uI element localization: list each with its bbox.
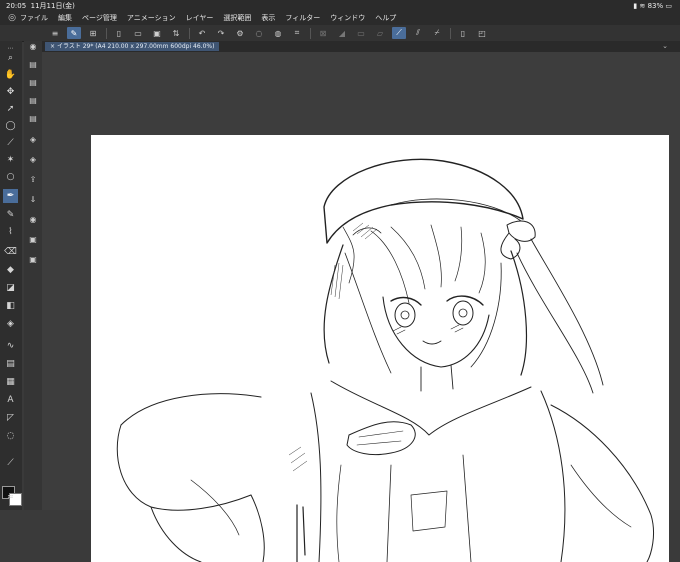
gradient-icon[interactable]: ◧ [3, 299, 18, 313]
battery-icon: ▭ [665, 2, 672, 10]
subtool-panel-2-icon[interactable]: ▣ [27, 254, 39, 265]
sort-icon[interactable]: ⇅ [169, 27, 183, 39]
settings-icon[interactable]: ⚙ [233, 27, 247, 39]
toolbar-divider [106, 27, 107, 39]
open-folder-icon[interactable]: ▭ [131, 27, 145, 39]
fill-bucket-icon[interactable]: ◪ [3, 281, 18, 295]
pen-icon[interactable]: ✒ [3, 189, 18, 203]
menu-help[interactable]: ヘルプ [375, 12, 396, 25]
status-time-date: 20:05 11月11日(金) [6, 0, 75, 12]
subtool-layers-3-icon[interactable]: ▤ [27, 95, 39, 106]
sub-tool-bar: ◉ ▤ ▤ ▤ ▤ ◈ ◈ ⇪ ⇓ ◉ ▣ ▣ [24, 41, 42, 510]
companion-icon[interactable]: ◰ [475, 27, 489, 39]
pencil-icon[interactable]: ✎ [3, 208, 18, 222]
eyedropper-icon[interactable]: ⟋ [3, 136, 18, 150]
menu-animation[interactable]: アニメーション [127, 12, 176, 25]
menu-file[interactable]: ファイル [20, 12, 48, 25]
lasso-icon[interactable]: ◯ [3, 119, 18, 133]
balloon-icon[interactable]: ◸ [3, 411, 18, 425]
drawing-canvas[interactable] [91, 135, 669, 562]
fill-icon[interactable]: ◍ [271, 27, 285, 39]
dropper-icon[interactable]: ⟋ [3, 456, 18, 470]
property-icon[interactable]: ⊞ [86, 27, 100, 39]
redo-icon[interactable]: ↷ [214, 27, 228, 39]
blend-icon[interactable]: ◆ [3, 263, 18, 277]
subtool-stack-2-icon[interactable]: ◈ [27, 154, 39, 165]
workspace [42, 52, 680, 562]
move-icon[interactable]: ✥ [3, 85, 18, 99]
figure-icon[interactable]: ▤ [3, 357, 18, 371]
eraser-icon[interactable]: ⌫ [3, 245, 18, 259]
menu-bar: ◎ ファイル 編集 ページ管理 アニメーション レイヤー 選択範囲 表示 フィル… [0, 12, 680, 25]
chevron-down-icon[interactable]: ⌄ [662, 41, 668, 52]
crop-icon[interactable]: ⌗ [290, 27, 304, 39]
tone-icon[interactable]: ◢ [335, 27, 349, 39]
logo-icon[interactable]: ◉ [27, 41, 39, 52]
speech-bubble-icon[interactable]: ◌ [3, 429, 18, 443]
pen-tool-icon[interactable]: ✎ [67, 27, 81, 39]
undo-icon[interactable]: ↶ [195, 27, 209, 39]
menu-edit[interactable]: 編集 [58, 12, 72, 25]
menu-filter[interactable]: フィルター [285, 12, 320, 25]
subtool-upload-icon[interactable]: ⇪ [27, 174, 39, 185]
status-time: 20:05 [6, 2, 27, 10]
curve-icon[interactable]: ∿ [3, 339, 18, 353]
subtool-layers-4-icon[interactable]: ▤ [27, 113, 39, 124]
brush-icon[interactable]: ⌇ [3, 225, 18, 239]
transform-icon[interactable]: ◌ [252, 27, 266, 39]
selection-off-icon[interactable]: ⊠ [316, 27, 330, 39]
tool-bar: ⋯ ⌕ ✋ ✥ ➚ ◯ ⟋ ✶ ○ ✒ ✎ ⌇ ⌫ ◆ ◪ ◧ ◈ ∿ ▤ ▦ … [0, 41, 22, 510]
frame-icon[interactable]: ▦ [3, 375, 18, 389]
circle-icon[interactable]: ○ [3, 170, 18, 184]
close-icon[interactable]: × [50, 43, 55, 50]
object-icon[interactable]: ➚ [3, 102, 18, 116]
document-tab[interactable]: × イラスト 29* (A4 210.00 x 297.00mm 600dpi … [45, 42, 220, 51]
hand-icon[interactable]: ✋ [3, 68, 18, 82]
menu-selection[interactable]: 選択範囲 [223, 12, 251, 25]
document-tab-bar: × イラスト 29* (A4 210.00 x 297.00mm 600dpi … [42, 41, 680, 52]
zoom-icon[interactable]: ⌕ [3, 51, 18, 65]
document-tab-label: イラスト 29* (A4 210.00 x 297.00mm 600dpi 46… [56, 43, 215, 50]
status-date: 11月11日(金) [30, 2, 75, 10]
save-icon[interactable]: ▣ [150, 27, 164, 39]
toolbar-divider [310, 27, 311, 39]
ruler-icon[interactable]: ⌿ [430, 27, 444, 39]
ios-status-bar: 20:05 11月11日(金) ▮ ≋ 83% ▭ [0, 0, 680, 12]
app-logo-icon[interactable]: ◎ [4, 12, 20, 25]
subtool-download-icon[interactable]: ⇓ [27, 194, 39, 205]
menu-window[interactable]: ウィンドウ [330, 12, 365, 25]
status-battery: 83% [647, 2, 664, 10]
toolbar-divider [450, 27, 451, 39]
wifi-icon: ≋ [639, 2, 646, 10]
hamburger-icon[interactable]: ≡ [48, 27, 62, 39]
phone-icon[interactable]: ▯ [456, 27, 470, 39]
new-file-icon[interactable]: ▯ [112, 27, 126, 39]
magic-wand-icon[interactable]: ✶ [3, 153, 18, 167]
subtool-stack-icon[interactable]: ◈ [27, 134, 39, 145]
command-bar: ≡ ✎ ⊞ ▯ ▭ ▣ ⇅ ↶ ↷ ⚙ ◌ ◍ ⌗ ⊠ ◢ ▭ ▱ ⟋ ⫽ ⌿ … [0, 25, 680, 42]
signal-icon: ▮ [633, 2, 638, 10]
pattern-icon[interactable]: ◈ [3, 317, 18, 331]
menu-layer[interactable]: レイヤー [186, 12, 214, 25]
stabilizer-icon[interactable]: ⟋ [392, 27, 406, 39]
status-battery-group: ▮ ≋ 83% ▭ [633, 0, 672, 12]
subtool-layers-2-icon[interactable]: ▤ [27, 77, 39, 88]
menu-view[interactable]: 表示 [261, 12, 275, 25]
wave-icon[interactable]: ≈ [3, 489, 18, 503]
subtool-info-icon[interactable]: ◉ [27, 214, 39, 225]
select-all-icon[interactable]: ▭ [354, 27, 368, 39]
toolbar-divider [189, 27, 190, 39]
deselect-icon[interactable]: ▱ [373, 27, 387, 39]
line-art-sketch [116, 158, 654, 562]
brush-settings-icon[interactable]: ⫽ [411, 27, 425, 39]
subtool-layers-icon[interactable]: ▤ [27, 59, 39, 70]
menu-page[interactable]: ページ管理 [82, 12, 117, 25]
subtool-panel-icon[interactable]: ▣ [27, 234, 39, 245]
text-icon[interactable]: A [3, 393, 18, 407]
